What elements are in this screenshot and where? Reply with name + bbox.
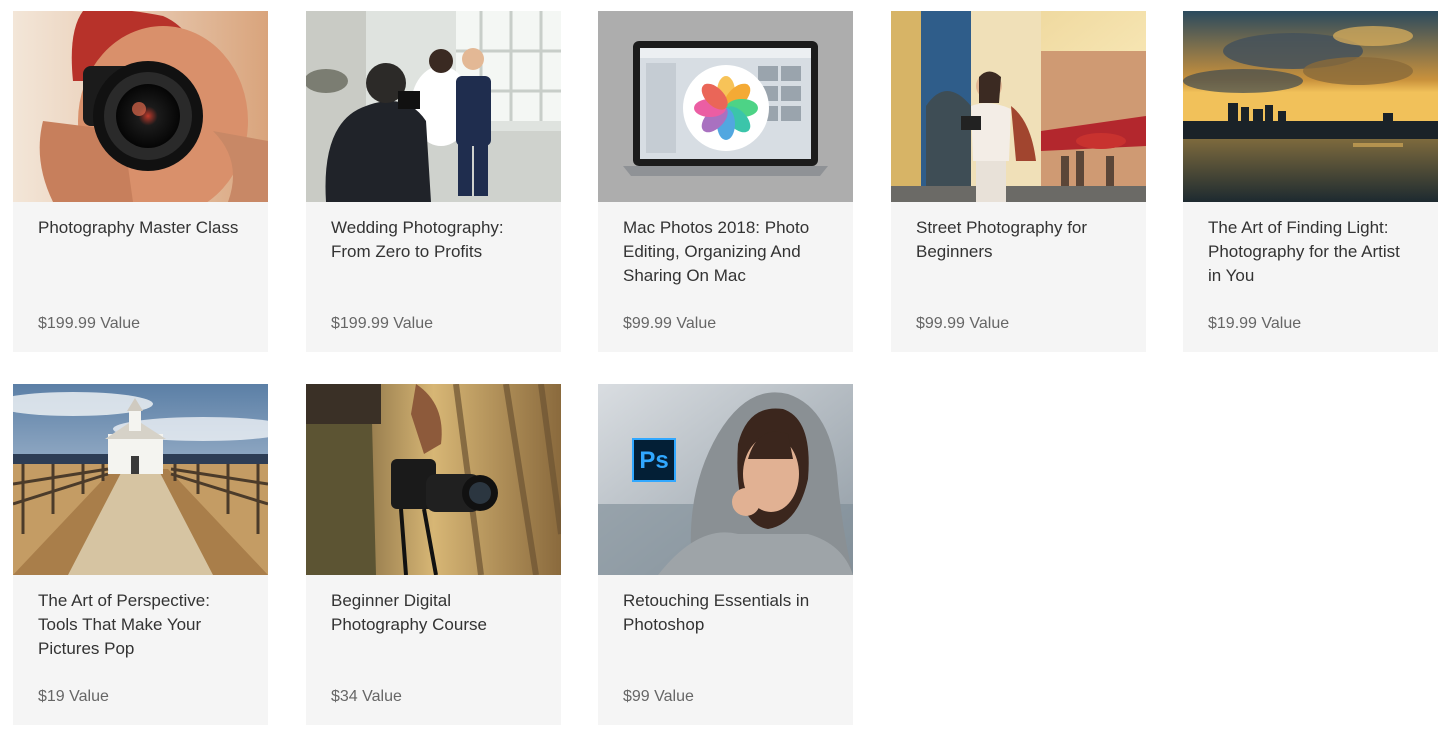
course-title[interactable]: The Art of Finding Light: Photography fo… [1208, 216, 1413, 288]
course-value: $199.99 Value [38, 315, 141, 332]
course-value: $99 Value [623, 688, 694, 705]
course-title[interactable]: Wedding Photography: From Zero to Profit… [331, 216, 536, 264]
course-thumbnail-image [306, 384, 561, 575]
course-card-mac-photos-2018[interactable]: Mac Photos 2018: Photo Editing, Organizi… [598, 11, 853, 352]
course-thumbnail-image [891, 11, 1146, 202]
course-card-art-of-perspective[interactable]: The Art of Perspective: Tools That Make … [13, 384, 268, 725]
course-value: $34 Value [331, 688, 402, 705]
course-value: $199.99 Value [331, 315, 434, 332]
course-title[interactable]: The Art of Perspective: Tools That Make … [38, 589, 243, 661]
course-card-beginner-digital-photography[interactable]: Beginner Digital Photography Course $34 … [306, 384, 561, 725]
course-card-wedding-photography[interactable]: Wedding Photography: From Zero to Profit… [306, 11, 561, 352]
course-title[interactable]: Mac Photos 2018: Photo Editing, Organizi… [623, 216, 828, 288]
course-grid: Photography Master Class $199.99 Value W… [13, 11, 1453, 734]
course-value: $99.99 Value [623, 315, 717, 332]
course-thumbnail-image: Ps [598, 384, 853, 575]
course-card-art-of-finding-light[interactable]: The Art of Finding Light: Photography fo… [1183, 11, 1438, 352]
course-value: $19.99 Value [1208, 315, 1302, 332]
course-title[interactable]: Beginner Digital Photography Course [331, 589, 536, 637]
course-thumbnail-image [13, 384, 268, 575]
course-card-retouching-essentials[interactable]: Ps Retouching Essentials in Photoshop $9… [598, 384, 853, 725]
course-title[interactable]: Photography Master Class [38, 216, 243, 240]
course-title[interactable]: Retouching Essentials in Photoshop [623, 589, 828, 637]
course-thumbnail-image [306, 11, 561, 202]
course-thumbnail-image [1183, 11, 1438, 202]
photoshop-icon: Ps [639, 447, 668, 474]
course-thumbnail-image [598, 11, 853, 202]
course-value: $19 Value [38, 688, 109, 705]
course-title[interactable]: Street Photography for Beginners [916, 216, 1121, 264]
course-value: $99.99 Value [916, 315, 1010, 332]
course-thumbnail-image [13, 11, 268, 202]
course-card-photography-master-class[interactable]: Photography Master Class $199.99 Value [13, 11, 268, 352]
course-card-street-photography[interactable]: Street Photography for Beginners $99.99 … [891, 11, 1146, 352]
